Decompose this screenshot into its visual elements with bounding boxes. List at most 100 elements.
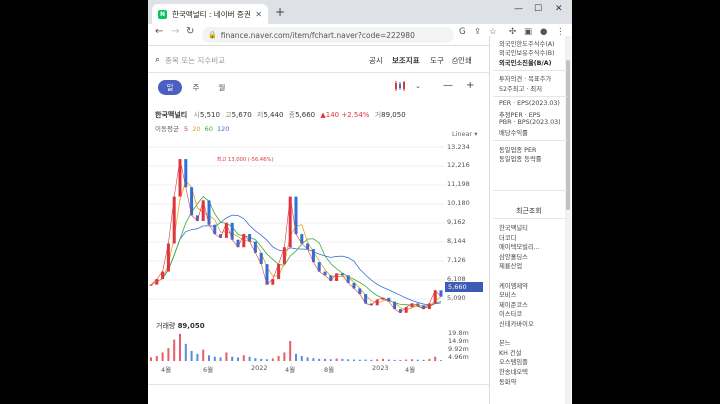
share-icon[interactable]: ⇪ [474,27,481,37]
zoom-in-icon[interactable]: + [466,80,474,91]
recent-item[interactable]: 한국맥널티 [499,223,528,232]
sidebar-item[interactable]: 투자의견 · 목표주가 [499,74,551,83]
volume-bar [376,359,379,361]
recent-item[interactable]: 더코디 [499,233,516,242]
sidebar-scroll-thumb[interactable] [566,60,570,210]
sidebar-item[interactable]: 추정PER · EPS [499,110,541,119]
indicator-link[interactable]: 보조지표 [392,55,420,66]
recent-item[interactable]: 한송네오텍 [499,367,528,376]
period-week-button[interactable]: 주 [184,80,208,95]
ma-label: 이동평균 [155,125,179,133]
sidebar-item[interactable]: 배당수익률 [499,128,528,137]
stock-name: 한국맥널티 [155,111,188,119]
recent-item[interactable]: 제이준코스 [499,300,528,309]
print-label: 인쇄 [458,56,472,65]
price-chart[interactable]: 최고 13,000 (-56.46%)최저 4,630 (22.25%) [148,138,448,318]
y-tick-label: 10,180 [447,199,470,207]
sidebar-divider [493,96,567,97]
tools-link[interactable]: 도구 [430,55,444,66]
change-value: ▲140 [320,111,340,119]
volume-bar [370,359,373,361]
tab-title: 한국맥널티 : 네이버 증권 [172,9,251,19]
volume-bar [179,333,181,361]
recent-item[interactable]: 동화약 [499,377,516,386]
volume-bar [237,357,239,361]
volume-bar [161,352,164,361]
recent-item[interactable]: 에이텍모빌리... [499,242,540,251]
recent-item[interactable]: 삼양홀딩스 [499,252,528,261]
browser-tab[interactable]: N 한국맥널티 : 네이버 증권 ✕ [152,4,268,24]
price-candle [149,284,153,286]
volume-section-label: 거래량 [156,322,176,330]
sidebar-divider [493,70,567,71]
volume-bar [167,348,170,361]
recent-item[interactable]: 본느 [499,338,511,347]
tab-close-icon[interactable]: ✕ [255,10,262,19]
volume-bar [382,358,384,361]
recent-item[interactable]: 모비스 [499,290,516,299]
back-arrow-icon[interactable]: ← [155,26,163,37]
sidebar-item: 외국인보유주식수(B) [499,50,555,57]
volume-bar [271,358,274,361]
zoom-out-icon[interactable]: — [443,80,453,91]
print-link[interactable]: ⎙인쇄 [452,55,472,66]
volume-tick-label: 19.8m [448,329,469,337]
chart-bottom-divider [148,384,489,385]
forward-arrow-icon[interactable]: → [171,26,179,37]
recent-views-title: 최근조회 [516,207,542,215]
reload-icon[interactable]: ↻ [186,26,194,37]
open-value: 5,510 [199,111,220,119]
scale-mode-toggle[interactable]: Linear ▾ [452,130,478,138]
maximize-button[interactable]: ☐ [534,4,542,14]
new-tab-button[interactable]: + [275,5,285,19]
volume-bar [353,359,355,361]
ma60-label: 60 [204,125,213,133]
sidebar-item[interactable]: 동일업종 PER [499,145,536,154]
recent-item[interactable]: 오스템임플 [499,357,528,366]
scale-dropdown-icon: ▾ [472,130,478,138]
volume-bar [329,359,332,361]
candlestick-icon[interactable] [394,80,406,95]
volume-bar [434,356,437,361]
period-month-button[interactable]: 월 [210,80,234,95]
recent-item[interactable]: 케이엠제약 [499,281,528,290]
volume-bar [416,359,419,361]
volume-bar [173,339,176,361]
sidebar-item[interactable]: PER · EPS(2023.03) [499,100,560,107]
volume-bar [440,360,442,361]
y-tick-label: 7,126 [447,256,466,264]
recent-item[interactable]: 제룡산업 [499,261,522,270]
lock-icon: 🔒 [208,31,217,39]
chevron-down-icon[interactable]: ⌄ [415,82,421,90]
recent-item[interactable]: 이스타코 [499,309,522,318]
sidebar-item[interactable]: 동일업종 등락률 [499,154,542,163]
y-tick-label: 13,234 [447,143,470,151]
volume-bar [399,360,402,361]
search-input[interactable]: 종목 또는 지수비교 [165,55,225,66]
y-tick-label: 11,198 [447,180,470,188]
volume-bar [295,353,297,361]
period-day-button[interactable]: 일 [158,80,182,95]
volume-bar [347,359,350,361]
disclosure-link[interactable]: 공시 [369,55,383,66]
volume-bar [289,341,292,361]
left-background [0,0,148,404]
sidebar-item: 외국인한도주식수(A) [499,41,555,48]
volume-bar [150,357,152,361]
recent-item[interactable]: KH 건설 [499,348,521,357]
recent-item[interactable]: 신테카바이오 [499,319,534,328]
ohlc-summary: 한국맥널티 시5,510 고5,670 저5,440 종5,660 ▲140 +… [155,110,406,120]
sidebar-item[interactable]: 52주최고 · 최저 [499,84,542,93]
close-window-button[interactable]: ✕ [555,4,563,14]
volume-bar [387,359,390,361]
right-background [572,0,720,404]
sidebar-item[interactable]: PBR · BPS(2023.03) [499,119,561,126]
address-bar[interactable]: 🔒 finance.naver.com/item/fchart.naver?co… [202,27,454,43]
google-icon[interactable]: G [459,27,466,37]
volume-tick-label: 9.92m [448,345,469,353]
minimize-button[interactable]: — [514,4,523,14]
x-tick-label: 8월 [324,366,335,374]
x-tick-label: 4월 [161,366,172,374]
high-annotation: 최고 13,000 (-56.46%) [217,155,274,163]
sidebar-divider [493,190,567,191]
